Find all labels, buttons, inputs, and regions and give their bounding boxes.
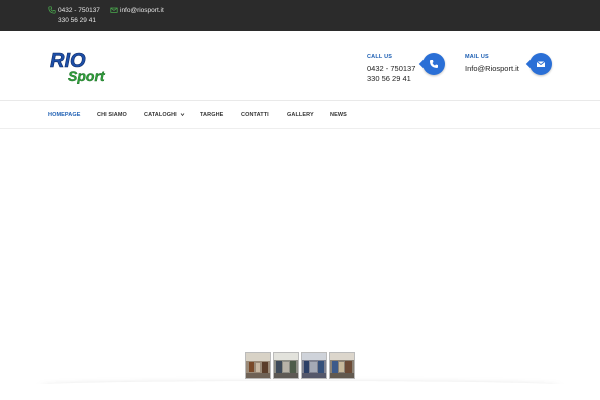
mail-us-button[interactable] [525, 53, 552, 75]
phone-icon [48, 6, 56, 14]
svg-text:Sport: Sport [68, 68, 106, 84]
mail-us-label: MAIL US [465, 54, 489, 60]
hero-slider[interactable] [0, 130, 600, 384]
shop-photo-icon [274, 353, 298, 378]
call-us-label: CALL US [367, 54, 393, 60]
nav-cataloghi-label: CATALOGHI [144, 112, 177, 118]
header: RIO Sport CALL US 0432 - 750137 330 56 2… [0, 31, 600, 101]
envelope-icon [110, 7, 118, 13]
mail-us-block: MAIL US Info@Riosport.it [465, 54, 519, 74]
mail-us-email[interactable]: Info@Riosport.it [465, 64, 519, 74]
nav-news[interactable]: NEWS [330, 112, 347, 118]
nav-homepage[interactable]: HOMEPAGE [48, 112, 80, 118]
slider-thumbnail-1[interactable] [245, 352, 271, 379]
call-us-phone-2[interactable]: 330 56 29 41 [367, 74, 415, 84]
shop-photo-icon [302, 353, 326, 378]
main-nav: HOMEPAGE CHI SIAMO CATALOGHI TARGHE CONT… [0, 102, 600, 129]
call-us-button[interactable] [418, 53, 445, 75]
nav-contatti[interactable]: CONTATTI [241, 112, 269, 118]
envelope-icon [536, 61, 546, 67]
chevron-down-icon [181, 113, 185, 117]
shop-photo-icon [330, 353, 354, 378]
topbar-phone-2[interactable]: 330 56 29 41 [58, 16, 96, 26]
slider-thumbnail-4[interactable] [329, 352, 355, 379]
shop-photo-icon [246, 353, 270, 378]
top-bar: 0432 - 750137 330 56 29 41 info@riosport… [0, 0, 600, 31]
nav-cataloghi[interactable]: CATALOGHI [144, 112, 185, 118]
slider-thumbnail-2[interactable] [273, 352, 299, 379]
nav-chi-siamo[interactable]: CHI SIAMO [97, 112, 127, 118]
call-us-block: CALL US 0432 - 750137 330 56 29 41 [367, 54, 415, 84]
page-bottom [0, 384, 600, 400]
topbar-phone-1[interactable]: 0432 - 750137 [58, 6, 100, 16]
nav-targhe[interactable]: TARGHE [200, 112, 223, 118]
phone-icon [430, 60, 438, 68]
topbar-email[interactable]: info@riosport.it [120, 6, 164, 16]
slider-thumbnail-3[interactable] [301, 352, 327, 379]
call-us-phone-1[interactable]: 0432 - 750137 [367, 64, 415, 74]
riosport-logo[interactable]: RIO Sport [48, 48, 114, 84]
nav-gallery[interactable]: GALLERY [287, 112, 314, 118]
